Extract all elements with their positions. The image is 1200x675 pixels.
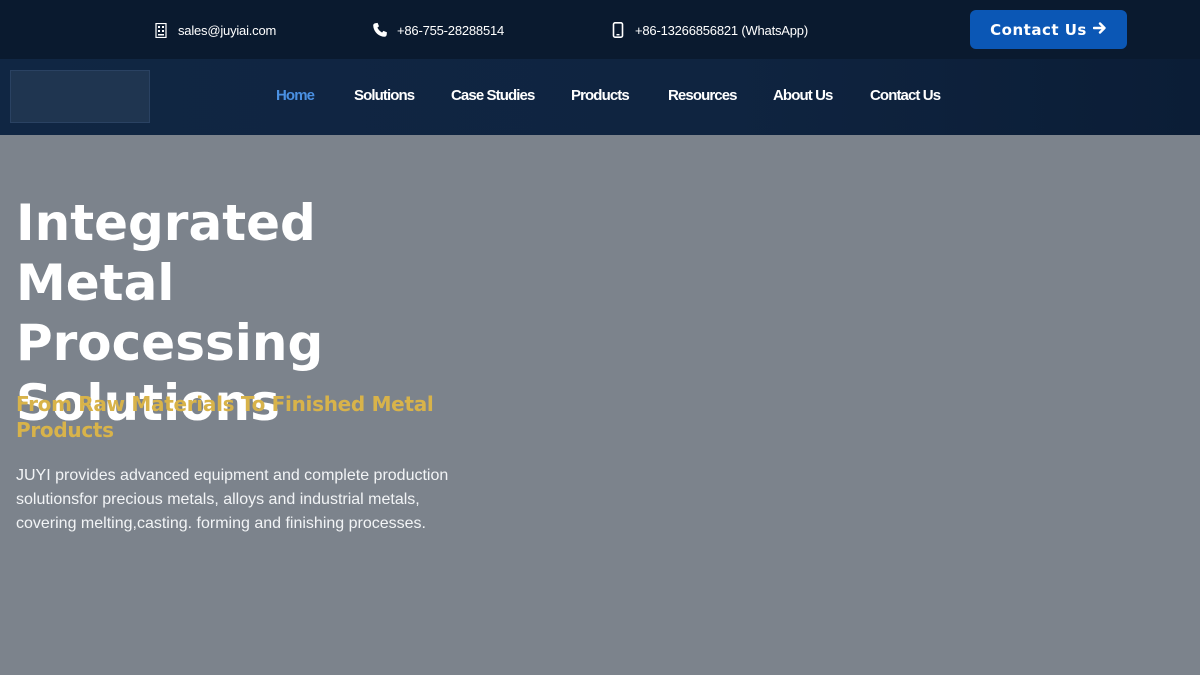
email-icon [152,21,170,39]
nav-case-studies[interactable]: Case Studies [451,87,535,104]
hero-description: JUYI provides advanced equipment and com… [16,467,449,532]
contact-us-button[interactable]: Contact Us [970,10,1127,49]
nav-products[interactable]: Products [571,87,630,104]
mobile-phone-icon [609,21,627,39]
hero-section: Integrated Metal Processing Solutions Fr… [0,135,1200,675]
whatsapp-contact[interactable]: +86-13266856821 (WhatsApp) [609,20,808,40]
main-navigation: Home Solutions Case Studies Products Res… [0,59,1200,135]
nav-solutions[interactable]: Solutions [354,87,415,104]
contact-us-button-label: Contact Us [990,20,1087,39]
hero-subtitle: From Raw Materials To Finished Metal Pro… [16,392,434,442]
top-contact-bar: sales@juyiai.com +86-755-28288514 +86-13… [0,0,1200,59]
phone-icon [371,21,389,39]
nav-home[interactable]: Home [276,87,315,104]
nav-about-us[interactable]: About Us [773,87,833,104]
arrow-right-icon [1092,21,1107,39]
nav-resources[interactable]: Resources [668,87,738,104]
email-contact[interactable]: sales@juyiai.com [152,20,276,40]
whatsapp-text: +86-13266856821 (WhatsApp) [635,22,808,38]
site-logo[interactable] [10,70,150,123]
nav-contact-us[interactable]: Contact Us [870,87,941,104]
phone-contact[interactable]: +86-755-28288514 [371,20,504,40]
email-text: sales@juyiai.com [178,22,277,38]
phone-text: +86-755-28288514 [397,22,505,38]
